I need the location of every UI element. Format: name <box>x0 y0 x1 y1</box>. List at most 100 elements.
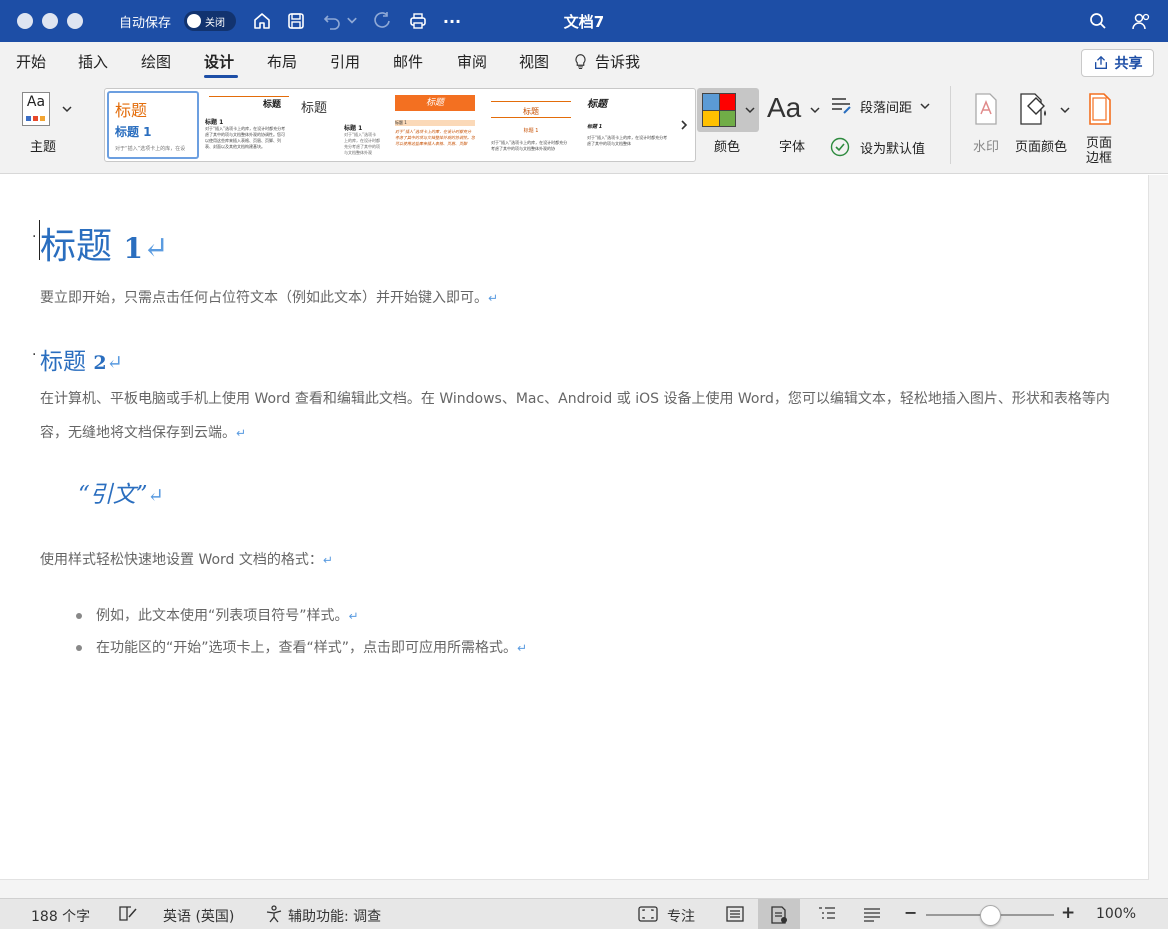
heading-2-number: 2 <box>93 352 107 374</box>
zoom-out-button[interactable]: − <box>904 903 917 922</box>
account-icon[interactable] <box>1129 9 1153 33</box>
tab-references[interactable]: 引用 <box>330 51 360 72</box>
print-icon[interactable] <box>406 9 430 33</box>
colors-label: 颜色 <box>714 140 741 155</box>
tab-home[interactable]: 开始 <box>16 51 46 72</box>
colors-button[interactable] <box>697 88 759 132</box>
title-bar: 自动保存 关闭 ··· 文档7 <box>0 0 1168 42</box>
tell-me-search[interactable]: 告诉我 <box>574 51 640 72</box>
tell-me-label: 告诉我 <box>595 53 641 71</box>
return-mark: ↵ <box>142 231 169 266</box>
style-set-thumbnail[interactable]: 标题 标题 1 对于“插入”选项卡上的库，在设计时都充分考虑了其中的项与文档整体… <box>395 91 487 159</box>
page-borders-button[interactable] <box>1087 92 1113 126</box>
fonts-label: 字体 <box>779 140 806 155</box>
body-paragraph[interactable]: 要立即开始，只需点击任何占位符文本（例如此文本）并开始键入即可。↵ <box>40 281 1110 315</box>
list-item-text: 例如，此文本使用“列表项目符号”样式。 <box>96 608 349 624</box>
tab-design[interactable]: 设计 <box>204 51 234 72</box>
proofing-icon[interactable] <box>118 905 138 923</box>
active-tab-indicator <box>204 75 238 78</box>
fonts-chevron-down-icon[interactable] <box>810 106 820 114</box>
share-button[interactable]: 共享 <box>1081 49 1154 77</box>
paragraph-text: 要立即开始，只需点击任何占位符文本（例如此文本）并开始键入即可。 <box>40 290 488 306</box>
page-color-button[interactable] <box>1018 92 1052 126</box>
document-page[interactable]: · 标题 1↵ 要立即开始，只需点击任何占位符文本（例如此文本）并开始键入即可。… <box>0 175 1149 880</box>
autosave-toggle[interactable]: 关闭 <box>184 11 236 31</box>
tab-review[interactable]: 审阅 <box>457 51 487 72</box>
thumbnail-body: 对于“插入”选项卡上的库，在设计时都充分考虑了其中的项与文档整体外观的协调性。您… <box>395 129 475 146</box>
return-mark: ↵ <box>106 351 123 374</box>
quote-paragraph[interactable]: “引文”↵ <box>78 475 164 509</box>
page-color-icon <box>1020 93 1046 125</box>
thumbnail-heading: 标题 1 <box>344 125 363 132</box>
thumbnail-title: 标题 <box>523 107 539 116</box>
page-color-label: 页面颜色 <box>1015 140 1068 155</box>
style-set-thumbnail[interactable]: 标题 标题 1 对于“插入”选项卡上的库，在设计时都充分考虑了其中的项与文档整体… <box>299 91 391 159</box>
focus-mode-button[interactable]: 专注 <box>667 906 695 926</box>
return-mark: ↵ <box>236 426 246 440</box>
body-paragraph[interactable]: 使用样式轻松快速地设置 Word 文档的格式：↵ <box>40 543 1110 577</box>
accessibility-status[interactable]: 辅助功能: 调查 <box>288 906 381 926</box>
minimize-window-button[interactable] <box>42 13 58 29</box>
style-set-thumbnail[interactable]: 标题 标题 1 对于“插入”选项卡上的库，在设 <box>107 91 199 159</box>
list-item[interactable]: 例如，此文本使用“列表项目符号”样式。↵ <box>76 605 358 625</box>
thumbnail-heading: 标题 1 <box>523 128 539 134</box>
paragraph-text: 在计算机、平板电脑或手机上使用 Word 查看和编辑此文档。在 Windows、… <box>40 391 1110 441</box>
gallery-scroll-right-icon[interactable] <box>679 119 689 131</box>
undo-icon[interactable] <box>320 9 344 33</box>
style-set-thumbnail[interactable]: 标题 标题 1 对于“插入”选项卡上的库，在设计时都充分考虑了其中的项与文档整体 <box>585 91 677 159</box>
zoom-level[interactable]: 100% <box>1096 906 1136 922</box>
themes-button[interactable]: Aa <box>22 92 50 126</box>
redo-icon[interactable] <box>370 9 394 33</box>
lightbulb-icon <box>575 53 586 69</box>
list-item-text: 在功能区的“开始”选项卡上，查看“样式”，点击即可应用所需格式。 <box>96 640 518 656</box>
set-as-default-button[interactable]: 设为默认值 <box>830 137 925 157</box>
save-icon[interactable] <box>284 9 308 33</box>
swatch-red <box>719 94 735 110</box>
themes-chevron-down-icon[interactable] <box>62 105 72 113</box>
list-item[interactable]: 在功能区的“开始”选项卡上，查看“样式”，点击即可应用所需格式。↵ <box>76 637 527 657</box>
autosave-label: 自动保存 <box>119 16 172 31</box>
thumbnail-title: 标题 <box>115 101 148 120</box>
set-as-default-label: 设为默认值 <box>860 141 926 157</box>
zoom-slider-thumb[interactable] <box>979 905 1001 926</box>
tab-view[interactable]: 视图 <box>519 51 549 72</box>
share-label: 共享 <box>1114 56 1143 72</box>
bullet-icon <box>76 613 82 619</box>
thumbnail-heading: 标题 1 <box>395 120 475 126</box>
body-paragraph[interactable]: 在计算机、平板电脑或手机上使用 Word 查看和编辑此文档。在 Windows、… <box>40 382 1110 450</box>
more-commands-icon[interactable]: ··· <box>440 9 464 33</box>
tab-draw[interactable]: 绘图 <box>141 51 171 72</box>
paragraph-spacing-button[interactable]: 段落间距 <box>830 96 930 116</box>
swatch-blue <box>703 94 719 110</box>
page-color-chevron-down-icon[interactable] <box>1060 106 1070 114</box>
read-mode-icon[interactable] <box>725 905 745 923</box>
outline-view-icon[interactable] <box>817 905 837 923</box>
fonts-button[interactable]: Aa <box>767 92 801 124</box>
tab-mailings[interactable]: 邮件 <box>393 51 423 72</box>
style-set-thumbnail[interactable]: 标题 标题 1 对于“插入”选项卡上的库，在设计时都充分考虑了其中的项与文档整体… <box>203 91 295 159</box>
language-indicator[interactable]: 英语 (英国) <box>163 906 234 926</box>
thumbnail-heading: 标题 1 <box>587 124 603 130</box>
search-icon[interactable] <box>1086 9 1110 33</box>
thumbnail-heading: 标题 1 <box>115 125 152 139</box>
watermark-button[interactable] <box>973 92 999 126</box>
word-count[interactable]: 188 个字 <box>31 906 90 926</box>
zoom-window-button[interactable] <box>67 13 83 29</box>
tab-layout[interactable]: 布局 <box>267 51 297 72</box>
thumbnail-body: 对于“插入”选项卡上的库，在设计时都充分考虑了其中的项与文档整体外观的协调性。您… <box>205 126 286 149</box>
tab-insert[interactable]: 插入 <box>78 51 108 72</box>
paragraph-text: 使用样式轻松快速地设置 Word 文档的格式： <box>40 552 323 568</box>
thumbnail-body: 对于“插入”选项卡上的库，在设计时都充分考虑了其中的项与文档整体外观 <box>344 132 380 155</box>
style-set-thumbnail[interactable]: 标题 标题 1 对于“插入”选项卡上的库，在设计时都充分考虑了其中的项与文档整体… <box>491 91 583 159</box>
print-layout-icon <box>771 906 787 924</box>
accessibility-icon <box>266 905 282 923</box>
heading-1[interactable]: 标题 1↵ <box>40 217 169 269</box>
home-icon[interactable] <box>250 9 274 33</box>
paragraph-mark-bullet: · <box>32 229 37 245</box>
draft-view-icon[interactable] <box>862 905 882 923</box>
print-layout-view-button[interactable] <box>758 899 800 929</box>
zoom-in-button[interactable]: + <box>1061 903 1075 923</box>
close-window-button[interactable] <box>17 13 33 29</box>
undo-dropdown-icon[interactable] <box>345 9 359 33</box>
heading-2[interactable]: 标题 2↵ <box>40 342 123 376</box>
